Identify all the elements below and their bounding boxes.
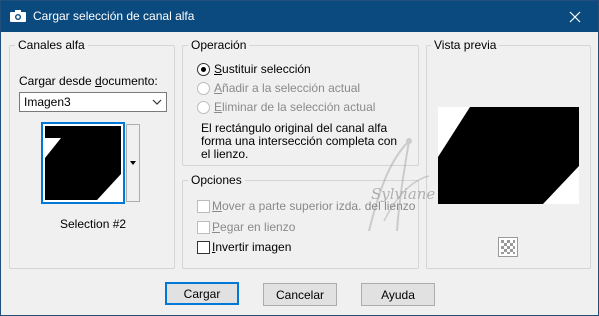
close-icon [569,11,581,22]
checkbox-invert-image-label[interactable]: Invertir imagen [212,240,291,254]
document-select[interactable]: Imagen3 [19,92,167,112]
radio-remove-selection[interactable] [197,101,210,114]
load-from-document-label: Cargar desde documento: [19,74,158,88]
watermark-text: Sylviane [371,185,436,203]
thumbnail-shape [45,126,121,200]
radio-remove-selection-label[interactable]: Eliminar de la selección actual [214,100,375,114]
checkbox-paste-canvas[interactable] [197,221,210,234]
radio-replace-selection-label[interactable]: Sustituir selección [214,62,311,76]
alpha-channel-thumbnail[interactable] [41,122,125,204]
title-bar: Cargar selección de canal alfa [1,1,598,32]
checkbox-move-top-left[interactable] [197,200,210,213]
radio-replace-selection[interactable] [197,63,210,76]
cancel-button[interactable]: Cancelar [263,283,337,306]
preview-image [438,107,579,204]
selection-name: Selection #2 [60,217,127,231]
chevron-down-icon [130,161,136,165]
checkerboard-icon[interactable] [498,237,518,257]
preview-label: Vista previa [431,38,500,52]
operation-description: El rectángulo original del canal alfa fo… [201,121,398,161]
thumbnail-image [45,126,121,200]
checkbox-paste-canvas-label[interactable]: Pegar en lienzo [212,220,295,234]
camera-icon [10,10,26,22]
document-select-value: Imagen3 [24,95,71,109]
checkbox-invert-image[interactable] [197,241,210,254]
close-button[interactable] [552,1,598,32]
operation-label: Operación [188,38,250,52]
window-title: Cargar selección de canal alfa [33,9,195,23]
load-button[interactable]: Cargar [165,282,239,305]
options-label: Opciones [188,173,245,187]
help-button[interactable]: Ayuda [361,283,435,306]
dialog-window: Cargar selección de canal alfa Canales a… [0,0,599,316]
thumbnail-dropdown-button[interactable] [126,124,140,202]
radio-add-selection-label[interactable]: Añadir a la selección actual [214,81,360,95]
alpha-channels-label: Canales alfa [15,38,88,52]
chevron-down-icon [152,99,162,105]
radio-add-selection[interactable] [197,82,210,95]
